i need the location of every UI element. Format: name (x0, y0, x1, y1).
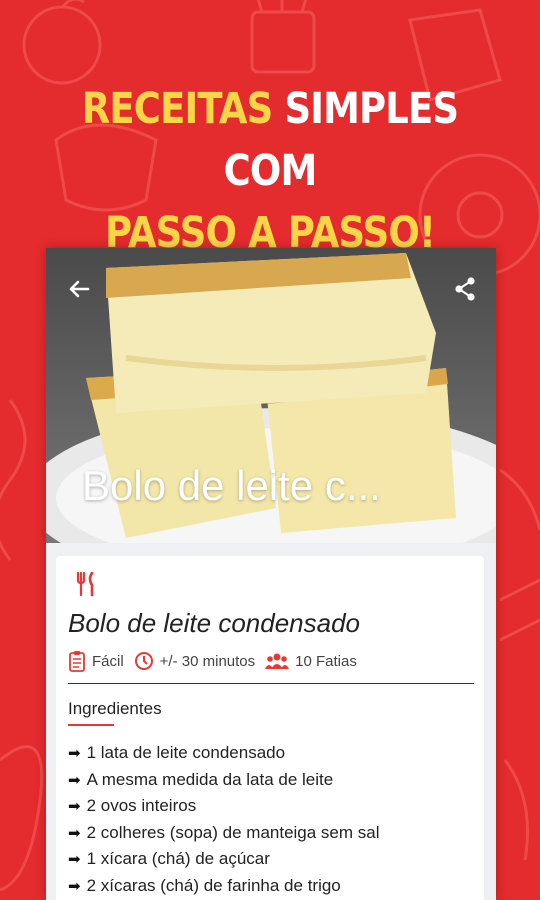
clock-icon (134, 652, 153, 670)
clipboard-icon (69, 651, 85, 672)
arrow-right-icon: ➡ (68, 851, 81, 869)
recipe-title: Bolo de leite condensado (68, 608, 361, 638)
recipe-meta-row: Fácil +/- 30 minutos 10 Fatias (68, 648, 367, 674)
ingredients-heading: Ingredientes (68, 699, 162, 718)
list-item: ➡ 2 ovos inteiros (68, 793, 380, 820)
promo-headline: RECEITAS SIMPLES COM PASSO A PASSO! (38, 78, 502, 264)
time-info: +/- 30 minutos (134, 651, 255, 671)
recipe-details-card: Bolo de leite condensado Fácil +/- 30 mi… (56, 556, 484, 900)
servings-info: 10 Fatias (265, 651, 357, 671)
ingredient-text: 2 xícaras (chá) de farinha de trigo (86, 875, 341, 895)
servings-label: 10 Fatias (295, 652, 357, 670)
list-item: ➡ 1 xícara (chá) de açúcar (68, 846, 380, 873)
ingredients-list: ➡ 1 lata de leite condensado ➡ A mesma med… (68, 740, 380, 899)
list-item: ➡ 2 colheres (sopa) de manteiga sem sal (68, 820, 380, 847)
difficulty-info: Fácil (68, 650, 124, 672)
divider (68, 683, 474, 684)
headline-part-yellow: RECEITAS (81, 84, 273, 134)
hero-recipe-title: Bolo de leite c... (82, 462, 381, 509)
difficulty-label: Fácil (92, 652, 124, 670)
ingredient-text: 1 lata de leite condensado (86, 743, 286, 763)
people-icon (265, 653, 290, 669)
arrow-right-icon: ➡ (68, 745, 81, 763)
recipe-hero-image: Bolo de leite c... (46, 248, 496, 543)
arrow-right-icon: ➡ (68, 771, 81, 789)
ingredient-text: 2 colheres (sopa) de manteiga sem sal (86, 822, 380, 842)
arrow-right-icon: ➡ (68, 824, 81, 842)
back-button[interactable] (64, 274, 94, 304)
app-screenshot-frame: Bolo de leite c... Bolo de leite condens… (46, 248, 496, 900)
time-label: +/- 30 minutos (159, 652, 256, 670)
share-button[interactable] (450, 274, 480, 304)
list-item: ➡ 1 lata de leite condensado (68, 740, 380, 767)
arrow-right-icon: ➡ (68, 877, 81, 895)
arrow-right-icon: ➡ (68, 798, 81, 816)
list-item: ➡ 2 xícaras (chá) de farinha de trigo (68, 873, 380, 900)
list-item: ➡ A mesma medida da lata de leite (68, 767, 380, 794)
share-icon (455, 277, 475, 301)
ingredient-text: 1 xícara (chá) de açúcar (86, 849, 270, 869)
ingredient-text: A mesma medida da lata de leite (86, 769, 334, 789)
heading-underline (68, 724, 114, 726)
cutlery-icon (76, 571, 94, 597)
ingredient-text: 2 ovos inteiros (86, 796, 197, 816)
arrow-back-icon (69, 280, 90, 298)
